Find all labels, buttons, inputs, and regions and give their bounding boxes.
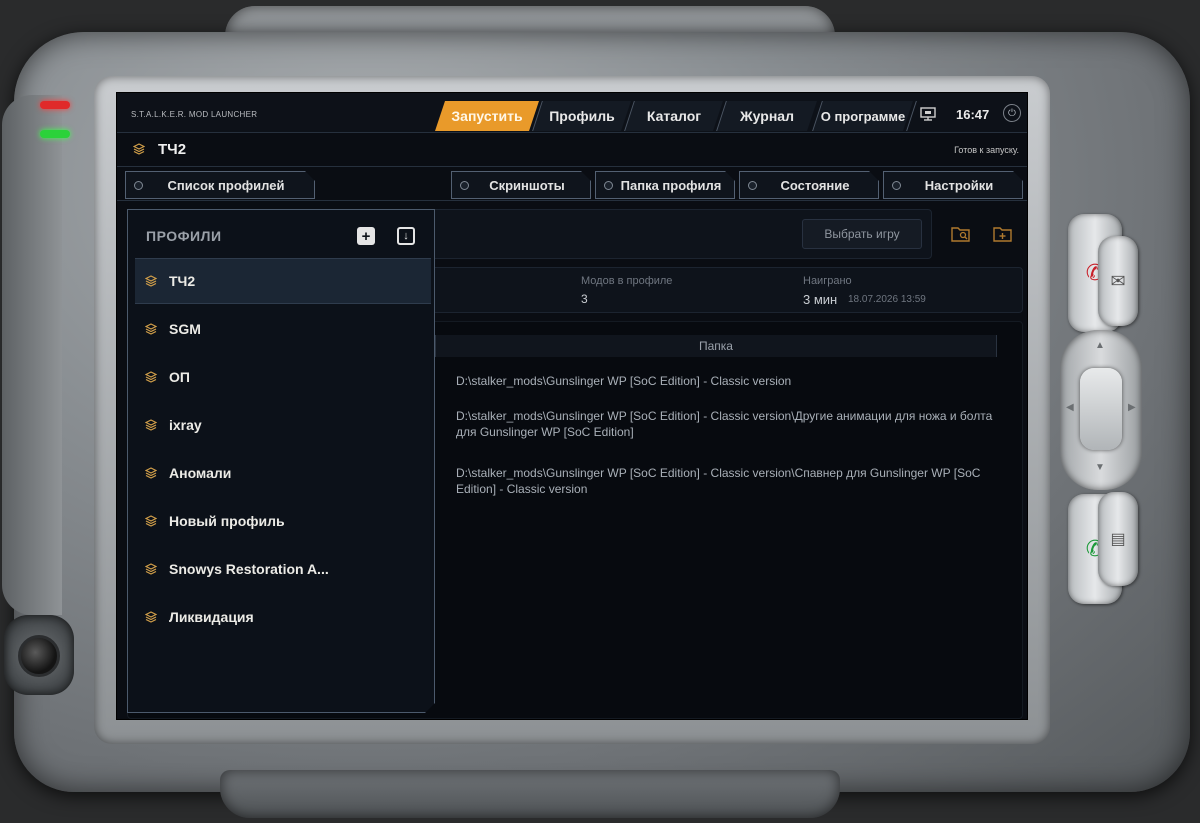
mods-count-label: Модов в профиле <box>581 275 673 287</box>
profile-subtabs: Список профилей Скриншоты Папка профиля … <box>117 167 1027 201</box>
radio-dot-icon <box>460 181 469 190</box>
current-profile-header: ТЧ2 Готов к запуску. <box>117 133 1027 167</box>
subtab-label: Список профилей <box>167 177 285 193</box>
profile-item-new[interactable]: Новый профиль <box>135 498 431 544</box>
subtab-label: Состояние <box>780 177 850 193</box>
subtab-label: Настройки <box>924 177 994 193</box>
played-time-value: 3 мин <box>803 292 838 307</box>
profile-item-label: ТЧ2 <box>169 273 196 289</box>
green-led-indicator <box>40 130 70 138</box>
profile-item-label: SGM <box>169 321 201 337</box>
profile-item-label: ixray <box>169 417 202 433</box>
profile-item-label: Новый профиль <box>169 513 285 529</box>
folder-search-icon[interactable] <box>951 225 971 243</box>
profile-item-snowys[interactable]: Snowys Restoration A... <box>135 546 431 592</box>
layers-icon <box>145 515 157 527</box>
subtab-profile-list[interactable]: Список профилей <box>125 171 315 199</box>
profile-item-ixray[interactable]: ixray <box>135 402 431 448</box>
profiles-panel-title: ПРОФИЛИ <box>146 228 222 244</box>
document-button[interactable]: ▤ <box>1098 492 1138 586</box>
tab-journal[interactable]: Журнал <box>717 101 817 131</box>
subtab-label: Скриншоты <box>489 177 565 193</box>
document-icon: ▤ <box>1110 531 1126 548</box>
last-played-date: 18.07.2026 13:59 <box>848 294 926 305</box>
profile-item-sgm[interactable]: SGM <box>135 306 431 352</box>
dpad-up-arrow-icon[interactable]: ▲ <box>1095 340 1105 351</box>
folder-add-icon[interactable] <box>993 225 1013 243</box>
layers-icon <box>145 419 157 431</box>
tab-catalog[interactable]: Каталог <box>625 101 723 131</box>
subtab-screenshots[interactable]: Скриншоты <box>451 171 591 199</box>
dpad-down-arrow-icon[interactable]: ▼ <box>1095 462 1105 473</box>
profile-item-label: ОП <box>169 369 190 385</box>
layers-icon <box>145 275 157 287</box>
folder-column-header[interactable]: Папка <box>435 335 997 357</box>
status-text: Готов к запуску. <box>954 145 1019 155</box>
current-profile-name: ТЧ2 <box>158 141 187 158</box>
tab-launch[interactable]: Запустить <box>435 101 539 131</box>
played-time-label: Наиграно <box>803 275 852 287</box>
camera-lens-icon <box>18 635 60 677</box>
pda-left-ear <box>2 95 62 615</box>
monitor-icon[interactable] <box>920 107 936 121</box>
radio-dot-icon <box>892 181 901 190</box>
radio-dot-icon <box>748 181 757 190</box>
clock: 16:47 <box>956 107 990 122</box>
table-row[interactable]: D:\stalker_mods\Gunslinger WP [SoC Editi… <box>456 465 996 497</box>
radio-dot-icon <box>604 181 613 190</box>
pda-bottom-bump <box>220 770 840 818</box>
layers-icon <box>145 371 157 383</box>
subtab-state[interactable]: Состояние <box>739 171 879 199</box>
top-navigation-bar: S.T.A.L.K.E.R. MOD LAUNCHER Запустить Пр… <box>117 93 1027 133</box>
layers-icon <box>145 467 157 479</box>
profile-item-label: Snowys Restoration A... <box>169 561 329 577</box>
profile-item-label: Ликвидация <box>169 609 254 625</box>
red-led-indicator <box>40 101 70 109</box>
mail-button[interactable]: ✉ <box>1098 236 1138 326</box>
profile-item-tch2[interactable]: ТЧ2 <box>135 258 431 304</box>
profile-item-liquidation[interactable]: Ликвидация <box>135 594 431 640</box>
profile-item-anomaly[interactable]: Аномали <box>135 450 431 496</box>
add-profile-icon[interactable]: + <box>357 227 375 245</box>
mail-icon: ✉ <box>1110 270 1126 291</box>
app-title: S.T.A.L.K.E.R. MOD LAUNCHER <box>131 110 258 119</box>
profiles-dropdown-panel: ПРОФИЛИ + ↓ ТЧ2 SGM ОП ixray Аномали Нов… <box>127 209 435 713</box>
camera-housing <box>4 615 74 695</box>
tab-about[interactable]: О программе <box>813 101 913 131</box>
tab-profile[interactable]: Профиль <box>533 101 631 131</box>
mods-count-value: 3 <box>581 292 588 306</box>
radio-dot-icon <box>134 181 143 190</box>
power-icon[interactable]: ⏻ <box>1003 104 1021 122</box>
table-row[interactable]: D:\stalker_mods\Gunslinger WP [SoC Editi… <box>456 373 996 389</box>
profile-item-op[interactable]: ОП <box>135 354 431 400</box>
launcher-screen: S.T.A.L.K.E.R. MOD LAUNCHER Запустить Пр… <box>116 92 1028 720</box>
dpad-center-button[interactable] <box>1080 368 1122 450</box>
subtab-profile-folder[interactable]: Папка профиля <box>595 171 735 199</box>
dpad-right-arrow-icon[interactable]: ▶ <box>1128 402 1136 413</box>
layers-icon <box>145 611 157 623</box>
import-profile-icon[interactable]: ↓ <box>397 227 415 245</box>
subtab-label: Папка профиля <box>620 177 722 193</box>
layers-icon <box>145 323 157 335</box>
subtab-settings[interactable]: Настройки <box>883 171 1023 199</box>
profile-item-label: Аномали <box>169 465 232 481</box>
dpad-left-arrow-icon[interactable]: ◀ <box>1066 402 1074 413</box>
select-game-button[interactable]: Выбрать игру <box>802 219 922 249</box>
layers-icon <box>133 143 145 155</box>
table-row[interactable]: D:\stalker_mods\Gunslinger WP [SoC Editi… <box>456 408 996 440</box>
layers-icon <box>145 563 157 575</box>
